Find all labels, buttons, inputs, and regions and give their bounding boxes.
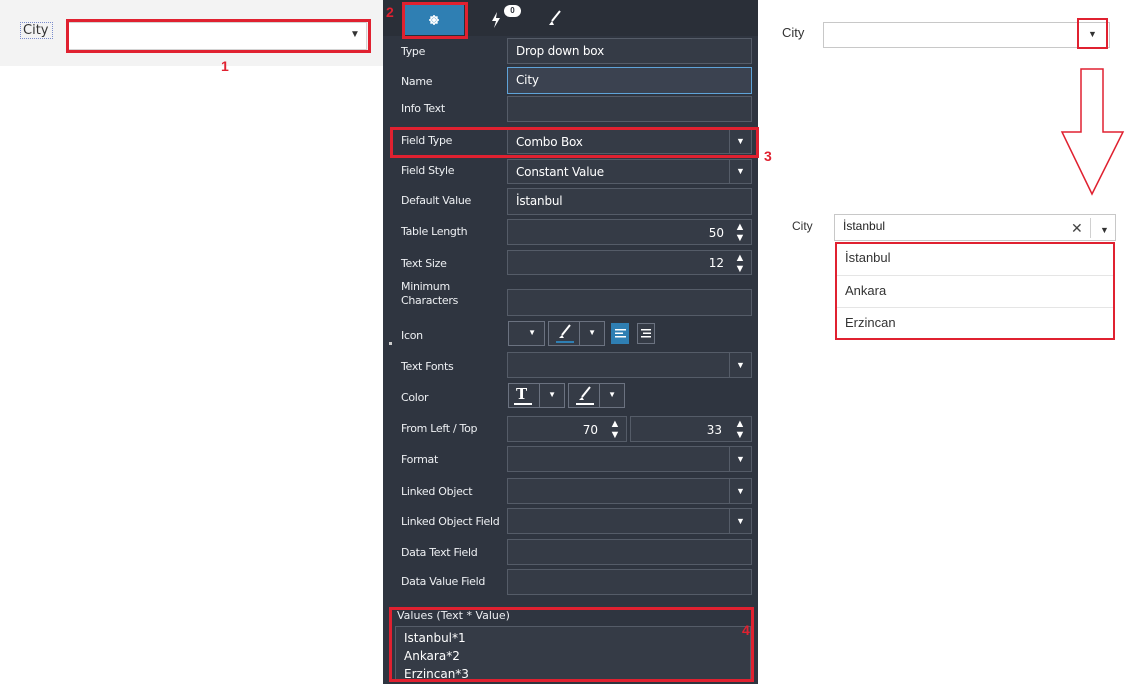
dropdown-option[interactable]: Erzincan: [845, 315, 896, 330]
city-label[interactable]: City: [20, 22, 54, 39]
icon-select[interactable]: ▼: [508, 321, 545, 346]
data-value-field-label: Data Value Field: [401, 575, 486, 588]
from-left-top-label: From Left / Top: [401, 422, 478, 435]
chevron-down-icon[interactable]: ▼: [729, 447, 751, 471]
chevron-down-icon: ▼: [588, 328, 596, 337]
annotation-box-3: [390, 127, 759, 158]
text-fonts-select[interactable]: [507, 352, 752, 378]
default-value-label: Default Value: [401, 194, 471, 207]
preview-open-city-label: City: [792, 219, 813, 233]
panel-marker: [389, 342, 392, 345]
stepper-icon[interactable]: ▲ ▼: [734, 419, 746, 441]
chevron-down-icon[interactable]: ▼: [1088, 29, 1097, 39]
field-style-select[interactable]: Constant Value: [507, 159, 752, 184]
dropdown-options-list: İstanbul Ankara Erzincan: [835, 242, 1115, 340]
chevron-down-icon[interactable]: ▼: [729, 353, 751, 377]
chevron-down-icon[interactable]: ▼: [729, 160, 751, 183]
table-length-label: Table Length: [401, 225, 468, 238]
chevron-down-icon: ▼: [548, 390, 556, 399]
icon-label: Icon: [401, 329, 423, 342]
info-text-label: Info Text: [401, 102, 445, 115]
align-right-button[interactable]: [637, 323, 655, 344]
linked-object-field-label: Linked Object Field: [401, 515, 500, 528]
stepper-icon[interactable]: ▲ ▼: [609, 419, 621, 441]
brush-icon: [576, 386, 594, 405]
format-label: Format: [401, 453, 438, 466]
divider: [837, 307, 1113, 308]
text-color-icon: T: [516, 385, 528, 403]
minimum-characters-label: Minimum Characters: [401, 280, 459, 307]
table-length-value: 50: [708, 226, 724, 240]
field-style-label: Field Style: [401, 164, 455, 177]
dropdown-option[interactable]: İstanbul: [845, 250, 891, 265]
linked-object-label: Linked Object: [401, 485, 473, 498]
annotation-box-1: [66, 19, 371, 53]
chevron-down-icon: ▼: [608, 390, 616, 399]
from-left-value: 70: [582, 423, 598, 437]
text-fonts-label: Text Fonts: [401, 360, 454, 373]
annotation-number-1: 1: [221, 58, 229, 74]
chevron-down-icon[interactable]: ▼: [729, 479, 751, 503]
lightning-icon: [492, 12, 500, 28]
linked-object-field-select[interactable]: [507, 508, 752, 534]
chevron-down-icon[interactable]: ▼: [729, 509, 751, 533]
align-right-icon: [641, 329, 651, 338]
dropdown-option[interactable]: Ankara: [845, 283, 886, 298]
divider: [1090, 218, 1091, 238]
color-label: Color: [401, 391, 429, 404]
text-size-label: Text Size: [401, 257, 447, 270]
combobox-input-value[interactable]: İstanbul: [843, 219, 885, 233]
align-left-icon: [615, 329, 626, 338]
text-size-value: 12: [708, 256, 724, 270]
tab-style[interactable]: [545, 8, 565, 28]
stepper-icon[interactable]: ▲ ▼: [734, 253, 746, 275]
data-text-field-input[interactable]: [507, 539, 752, 565]
type-field[interactable]: Drop down box: [507, 38, 752, 64]
preview-city-dropdown[interactable]: [823, 22, 1110, 48]
preview-city-label: City: [782, 25, 805, 40]
chevron-down-icon[interactable]: ▼: [1100, 225, 1109, 235]
divider: [837, 275, 1113, 276]
chevron-down-icon: ▼: [528, 328, 536, 337]
annotation-number-4: 4: [742, 622, 750, 638]
annotation-box-2: [402, 2, 468, 39]
events-count-badge: 0: [504, 5, 521, 17]
background-color-button[interactable]: ▼: [568, 383, 625, 408]
linked-object-select[interactable]: [507, 478, 752, 504]
annotation-number-2: 2: [386, 4, 394, 20]
name-label: Name: [401, 75, 433, 88]
stepper-icon[interactable]: ▲ ▼: [734, 222, 746, 244]
align-left-button[interactable]: [611, 323, 629, 344]
minimum-characters-input[interactable]: [507, 289, 752, 316]
clear-icon[interactable]: ✕: [1071, 220, 1083, 237]
down-arrow-icon: [1060, 68, 1125, 196]
name-input[interactable]: City: [507, 67, 752, 94]
data-value-field-input[interactable]: [507, 569, 752, 595]
brush-icon: [549, 10, 561, 25]
brush-icon: [556, 324, 574, 343]
annotation-box-4: [389, 607, 754, 682]
format-select[interactable]: [507, 446, 752, 472]
data-text-field-label: Data Text Field: [401, 546, 478, 559]
type-label: Type: [401, 45, 426, 58]
annotation-number-3: 3: [764, 148, 772, 164]
info-text-input[interactable]: [507, 96, 752, 122]
default-value-input[interactable]: İstanbul: [507, 188, 752, 215]
from-top-value: 33: [706, 423, 722, 437]
icon-color-button[interactable]: ▼: [548, 321, 605, 346]
text-color-button[interactable]: T ▼: [508, 383, 565, 408]
